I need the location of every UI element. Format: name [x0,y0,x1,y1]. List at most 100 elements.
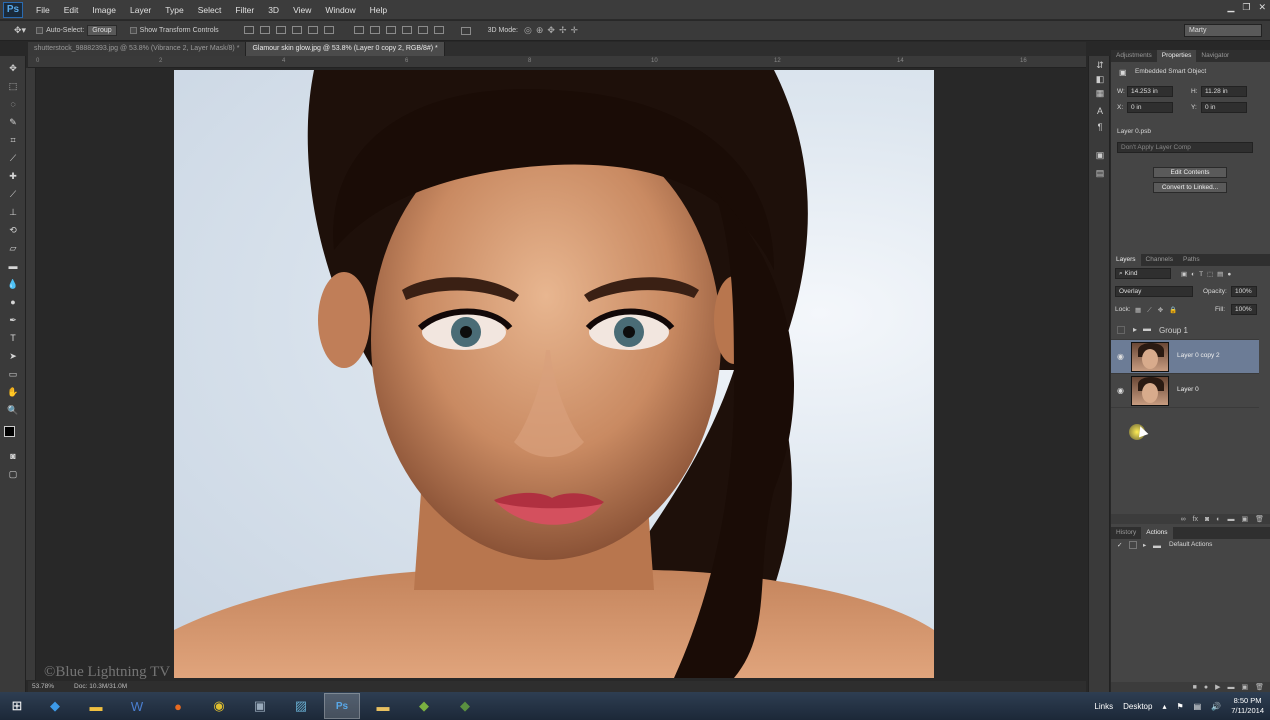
delete-layer-icon[interactable]: 🗑 [1255,515,1264,523]
blur-tool-icon[interactable]: 💧 [6,278,20,290]
menu-view[interactable]: View [286,5,318,15]
layer-style-icon[interactable]: fx [1193,516,1198,523]
canvas-area[interactable] [36,68,1086,680]
checkmark-icon[interactable]: ✓ [1117,541,1122,549]
stop-icon[interactable]: ■ [1193,684,1197,691]
3d-tool-icons[interactable]: ◎⊕✥✢✛ [524,25,582,36]
expand-arrow-icon[interactable]: ▸ [1133,325,1137,334]
menu-3d[interactable]: 3D [261,5,286,15]
new-set-icon[interactable]: ▬ [1227,684,1234,691]
recorder-icon[interactable]: ◆ [447,693,483,719]
desktop-toolbar[interactable]: Desktop [1123,702,1152,711]
hand-tool-icon[interactable]: ✋ [6,386,20,398]
visibility-eye-icon[interactable]: ◉ [1117,386,1125,395]
firefox-icon[interactable]: ● [160,693,196,719]
file-explorer-icon[interactable]: ▬ [78,693,114,719]
move-tool-icon[interactable]: ✥ [6,62,20,74]
panel-tab-history[interactable]: History [1111,527,1141,539]
edit-contents-button[interactable]: Edit Contents [1153,167,1227,178]
clock[interactable]: 8:50 PM 7/11/2014 [1231,696,1264,716]
flag-icon[interactable]: ⚑ [1176,702,1183,711]
healing-tool-icon[interactable]: ✚ [6,170,20,182]
distribute-left-icon[interactable] [401,25,412,34]
panel-tab-paths[interactable]: Paths [1178,254,1205,266]
clone-stamp-tool-icon[interactable]: ⊥ [6,206,20,218]
align-right-icon[interactable] [323,25,334,34]
lasso-tool-icon[interactable]: ◌ [6,98,20,110]
visibility-eye-icon[interactable]: ◉ [1117,352,1125,361]
distribute-vcenter-icon[interactable] [369,25,380,34]
distribute-right-icon[interactable] [433,25,444,34]
align-vcenter-icon[interactable] [259,25,270,34]
panel-tab-actions[interactable]: Actions [1141,527,1173,539]
new-action-icon[interactable]: ▣ [1241,683,1248,691]
quick-mask-icon[interactable]: ◙ [6,450,20,462]
picture-viewer-icon[interactable]: ▨ [283,693,319,719]
menu-type[interactable]: Type [158,5,190,15]
menu-select[interactable]: Select [191,5,229,15]
dialog-toggle-icon[interactable] [1129,541,1137,549]
workspace-dropdown[interactable]: Marty [1184,24,1262,37]
link-layers-icon[interactable]: ∞ [1181,516,1186,523]
panel-tab-layers[interactable]: Layers [1111,254,1141,266]
adjustment-layer-icon[interactable]: ◐ [1216,516,1220,523]
dodge-tool-icon[interactable]: ● [6,296,20,308]
align-top-icon[interactable] [243,25,254,34]
menu-window[interactable]: Window [318,5,362,15]
photoshop-icon[interactable]: Ps [324,693,360,719]
quick-select-tool-icon[interactable]: ✎ [6,116,20,128]
expand-arrow-icon[interactable]: ▸ [1143,541,1146,549]
tool-presets-icon[interactable]: ▣ [1094,150,1106,161]
menu-edit[interactable]: Edit [57,5,86,15]
distribute-top-icon[interactable] [353,25,364,34]
eyedropper-tool-icon[interactable]: ⟋ [6,152,20,164]
notes-panel-icon[interactable]: ▤ [1094,168,1106,179]
panel-tab-channels[interactable]: Channels [1141,254,1178,266]
marquee-tool-icon[interactable]: ⬚ [6,80,20,92]
menu-help[interactable]: Help [363,5,394,15]
menu-layer[interactable]: Layer [123,5,158,15]
filter-icons[interactable]: ▣◐T⬚▤● [1181,270,1235,278]
gradient-tool-icon[interactable]: ▬ [6,260,20,272]
screen-mode-icon[interactable]: ▢ [6,468,20,480]
color-panel-icon[interactable]: ◧ [1094,74,1106,85]
start-icon[interactable]: ⊞ [2,693,32,719]
opacity-field[interactable]: 100% [1231,286,1257,297]
transform-controls-checkbox[interactable] [129,27,137,34]
move-tool-icon[interactable]: ✥▾ [14,25,26,36]
play-icon[interactable]: ▶ [1215,683,1220,691]
blend-mode-dropdown[interactable]: Overlay [1115,286,1193,297]
distribute-bottom-icon[interactable] [385,25,396,34]
kind-filter-dropdown[interactable]: ⌕ Kind [1115,268,1171,279]
panel-tab-navigator[interactable]: Navigator [1196,50,1234,62]
y-field[interactable]: 0 in [1201,102,1247,113]
auto-align-icon[interactable] [460,26,471,35]
fill-field[interactable]: 100% [1231,304,1257,315]
zoom-level[interactable]: 53.78% [32,683,54,690]
layer-group-1[interactable]: ▸ ▬ Group 1 [1111,322,1259,340]
links-toolbar[interactable]: Links [1094,702,1113,711]
record-icon[interactable]: ● [1204,684,1208,691]
eraser-tool-icon[interactable]: ▱ [6,242,20,254]
menu-filter[interactable]: Filter [228,5,261,15]
align-bottom-icon[interactable] [275,25,286,34]
camtasia-icon[interactable]: ◆ [406,693,442,719]
panel-tab-properties[interactable]: Properties [1156,50,1197,62]
restore-icon[interactable]: ❐ [1242,2,1250,13]
volume-icon[interactable]: 🔊 [1211,702,1221,711]
path-select-tool-icon[interactable]: ➤ [6,350,20,362]
control-panel-icon[interactable]: ▣ [242,693,278,719]
menu-image[interactable]: Image [85,5,123,15]
auto-select-checkbox[interactable] [36,27,44,34]
zoom-tool-icon[interactable]: 🔍 [6,404,20,416]
pen-tool-icon[interactable]: ✒ [6,314,20,326]
delete-action-icon[interactable]: 🗑 [1255,683,1264,691]
document-tab[interactable]: shutterstock_98882393.jpg @ 53.8% (Vibra… [28,42,247,56]
shape-tool-icon[interactable]: ▭ [6,368,20,380]
network-icon[interactable]: ▤ [1194,702,1202,711]
visibility-off-icon[interactable] [1117,326,1125,334]
paragraph-panel-icon[interactable]: ¶ [1094,122,1106,133]
new-group-icon[interactable]: ▬ [1227,516,1234,523]
history-panel-icon[interactable]: ⇵ [1094,60,1106,71]
minimize-icon[interactable]: ▁ [1227,2,1234,13]
